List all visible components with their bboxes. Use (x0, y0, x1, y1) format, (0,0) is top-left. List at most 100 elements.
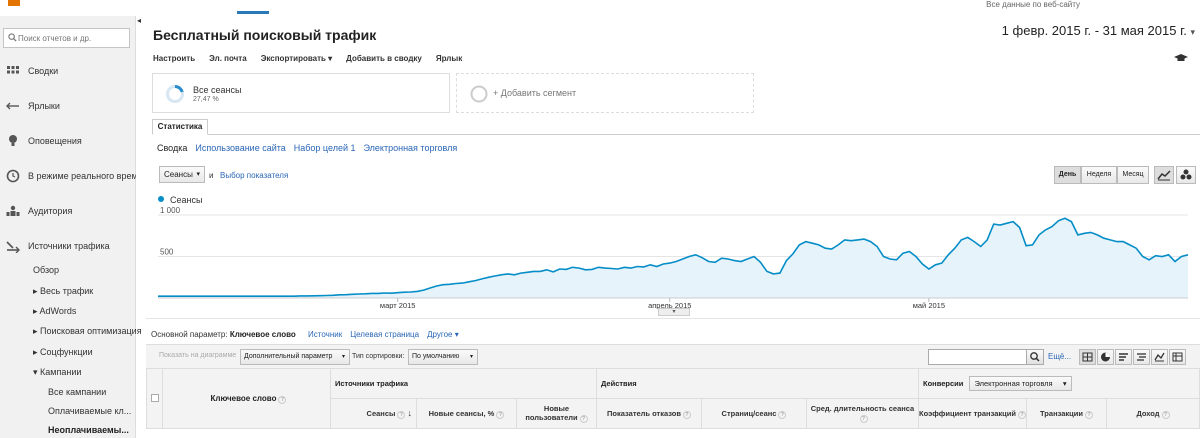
report-search-box[interactable] (3, 28, 130, 48)
comparison-icon (1137, 353, 1146, 361)
column-header-bounce-rate[interactable]: Показатель отказов? (596, 398, 702, 429)
column-header-label: Транзакции (1040, 408, 1083, 418)
chart-resize-handle[interactable]: ▾ (658, 308, 690, 316)
export-button[interactable]: Экспортировать ▾ (261, 54, 332, 63)
and-label: и (209, 171, 214, 180)
term-cloud-icon (1154, 352, 1165, 362)
dimension-landing-page-link[interactable]: Целевая страница (350, 330, 419, 339)
sidebar-item-audience[interactable]: Аудитория (0, 201, 136, 221)
x-tick-label: март 2015 (380, 301, 416, 309)
report-subtabs: Сводка Использование сайта Набор целей 1 Эл… (157, 143, 465, 153)
page-title: Бесплатный поисковый трафик (153, 27, 377, 43)
sidebar-item-shortcuts[interactable]: Ярлыки (0, 96, 136, 116)
help-icon[interactable]: ? (778, 410, 787, 419)
dimension-source-link[interactable]: Источник (308, 330, 342, 339)
help-icon[interactable]: ? (496, 410, 505, 419)
column-header-transactions[interactable]: Транзакции? (1026, 398, 1107, 429)
help-icon[interactable]: ? (1084, 410, 1093, 419)
help-icon[interactable]: ? (1017, 410, 1026, 419)
sidebar-item-paid-keywords[interactable]: Оплачиваемые кл... (48, 406, 131, 416)
sidebar-item-seo[interactable]: ▸ Поисковая оптимизация (33, 326, 142, 337)
view-comparison-button[interactable] (1133, 349, 1150, 365)
sidebar-item-label: Аудитория (28, 206, 73, 216)
secondary-dimension-dropdown[interactable]: Дополнительный параметр ▾ (240, 349, 350, 365)
email-button[interactable]: Эл. почта (209, 54, 247, 63)
column-header-keyword[interactable]: Ключевое слово? (162, 368, 331, 429)
sidebar-item-organic-keywords[interactable]: Неоплачиваемы... (48, 425, 129, 435)
sidebar-item-realtime[interactable]: В режиме реального времени (0, 166, 136, 186)
add-segment-card[interactable]: + Добавить сегмент (456, 73, 754, 113)
segment-card-all-sessions[interactable]: Все сеансы 27,47 % (152, 73, 450, 113)
column-header-sessions[interactable]: Сеансы? ↓ (330, 398, 417, 429)
sidebar-item-social[interactable]: ▸ Соцфункции (33, 347, 93, 358)
help-icon[interactable]: ? (397, 411, 406, 419)
subtab-summary[interactable]: Сводка (157, 143, 187, 153)
column-header-new-users[interactable]: Новые пользователи? (516, 398, 597, 429)
shortcut-button[interactable]: Ярлык (436, 54, 462, 63)
sessions-chart[interactable]: 1 000500март 2015 апрель 2015 май 2015 (156, 205, 1192, 309)
subtab-goal-set-1[interactable]: Набор целей 1 (294, 143, 356, 153)
property-label[interactable]: Все данные по веб-сайту (986, 0, 1080, 9)
sidebar-item-campaigns[interactable]: ▾ Кампании (33, 367, 81, 378)
sidebar-item-alerts[interactable]: Оповещения (0, 131, 136, 151)
period-day-button[interactable]: День (1054, 166, 1081, 184)
help-icon[interactable]: ? (859, 415, 868, 423)
tab-statistics[interactable]: Статистика (152, 119, 208, 135)
segment-percent: 27,47 % (193, 96, 219, 103)
view-table-button[interactable] (1079, 349, 1096, 365)
collapse-sidebar-icon[interactable]: ◂ (137, 16, 147, 28)
column-header-pages-per-session[interactable]: Страниц/сеанс? (701, 398, 807, 429)
expand-arrow-icon: ▸ (33, 286, 41, 296)
sort-type-dropdown[interactable]: По умолчанию ▾ (408, 349, 478, 365)
customize-button[interactable]: Настроить (153, 54, 195, 63)
select-all-checkbox[interactable] (150, 393, 159, 402)
group-header-conversions: Конверсии Электронная торговля ▾ (918, 368, 1200, 399)
help-icon[interactable]: ? (278, 395, 287, 404)
sidebar-item-overview[interactable]: Обзор (33, 265, 59, 275)
analytics-logo[interactable] (8, 0, 20, 6)
select-metric-link[interactable]: Выбор показателя (220, 171, 288, 180)
column-header-revenue[interactable]: Доход? (1106, 398, 1200, 429)
search-input[interactable] (18, 32, 126, 44)
bubbles-icon (1180, 169, 1192, 180)
motion-chart-button[interactable] (1176, 166, 1196, 184)
line-chart-icon (1157, 170, 1171, 181)
help-icon[interactable]: ? (682, 410, 691, 419)
graduation-cap-icon[interactable] (1174, 53, 1188, 63)
period-month-button[interactable]: Месяц (1117, 166, 1149, 184)
column-header-transaction-rate[interactable]: Коэффициент транзакций? (918, 398, 1027, 429)
chevron-down-icon: ▾ (1190, 27, 1195, 37)
metric-dropdown[interactable]: Сеансы ▾ (159, 166, 205, 183)
sidebar-item-dashboards[interactable]: Сводки (0, 61, 136, 81)
sidebar-item-label: Кампании (40, 367, 82, 377)
sidebar-item-adwords[interactable]: ▸ AdWords (33, 306, 76, 317)
collapse-arrow-icon: ▾ (33, 367, 41, 377)
view-pie-button[interactable] (1097, 349, 1114, 365)
show-on-chart-button[interactable]: Показать на диаграмме (159, 352, 236, 359)
period-week-button[interactable]: Неделя (1081, 166, 1117, 184)
dimension-other-link[interactable]: Другое ▾ (427, 330, 459, 339)
date-range-picker[interactable]: 1 февр. 2015 г. - 31 мая 2015 г. ▾ (1002, 23, 1195, 38)
sidebar-item-all-traffic[interactable]: ▸ Весь трафик (33, 286, 93, 297)
expand-arrow-icon: ▸ (33, 326, 41, 336)
group-header-acquisition: Источники трафика (330, 368, 597, 399)
view-pivot-button[interactable] (1169, 349, 1186, 365)
view-performance-button[interactable] (1115, 349, 1132, 365)
table-search-button[interactable] (1026, 349, 1044, 365)
table-filter-input[interactable] (928, 349, 1028, 365)
view-term-cloud-button[interactable] (1151, 349, 1168, 365)
sidebar-item-all-campaigns[interactable]: Все кампании (48, 387, 106, 397)
add-to-dashboard-button[interactable]: Добавить в сводку (346, 54, 422, 63)
advanced-filter-link[interactable]: Ещё... (1048, 352, 1071, 361)
sidebar-item-acquisition[interactable]: Источники трафика (0, 236, 136, 256)
column-header-new-sessions-pct[interactable]: Новые сеансы, %? (416, 398, 517, 429)
audience-icon (6, 205, 20, 216)
line-chart-button[interactable] (1154, 166, 1174, 184)
column-header-avg-session-duration[interactable]: Сред. длительность сеанса? (806, 398, 919, 429)
subtab-site-usage[interactable]: Использование сайта (195, 143, 285, 153)
subtab-ecommerce[interactable]: Электронная торговля (364, 143, 458, 153)
help-icon[interactable]: ? (1161, 410, 1170, 419)
conversions-dropdown[interactable]: Электронная торговля ▾ (969, 376, 1072, 391)
help-icon[interactable]: ? (579, 415, 588, 423)
sidebar-item-label: Источники трафика (28, 241, 110, 251)
